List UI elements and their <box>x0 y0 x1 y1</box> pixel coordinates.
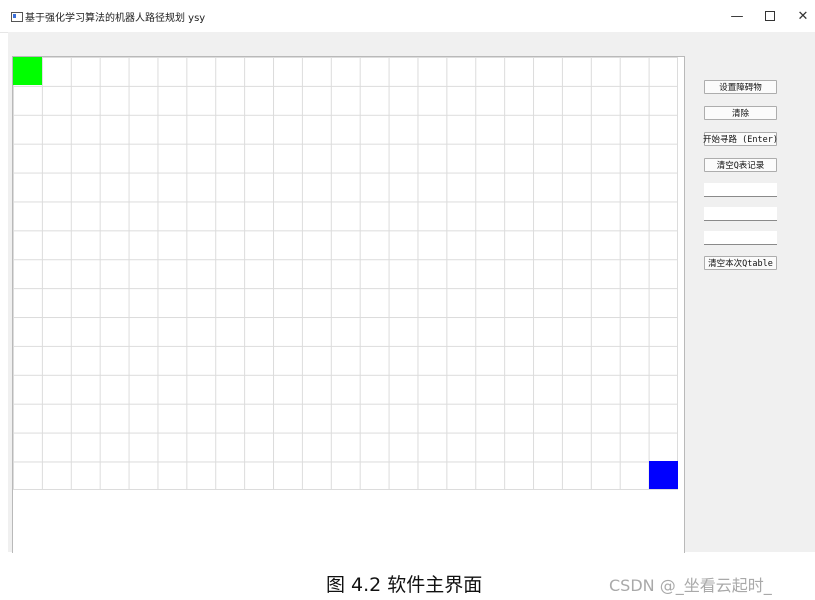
close-icon: ✕ <box>797 8 809 24</box>
main-window-client <box>8 32 815 553</box>
title-bar: 基于强化学习算法的机器人路径规划 ysy — ✕ <box>0 0 815 33</box>
param-input-3[interactable] <box>704 231 777 245</box>
goal-cell[interactable] <box>649 461 678 489</box>
param-input-2[interactable] <box>704 207 777 221</box>
path-grid[interactable] <box>13 57 678 490</box>
watermark: CSDN @_坐看云起时_ <box>609 576 772 595</box>
set-obstacles-button[interactable]: 设置障碍物 <box>704 80 777 94</box>
clear-q-table-button[interactable]: 清空Q表记录 <box>704 158 777 172</box>
clear-current-qtable-button[interactable]: 清空本次Qtable <box>704 256 777 270</box>
minimize-button[interactable]: — <box>720 0 754 32</box>
maximize-button[interactable] <box>753 0 787 32</box>
grid-canvas[interactable] <box>12 56 685 553</box>
figure-caption: 图 4.2 软件主界面 <box>326 574 483 596</box>
close-button[interactable]: ✕ <box>786 0 815 32</box>
window-title: 基于强化学习算法的机器人路径规划 ysy <box>25 13 206 24</box>
minimize-icon: — <box>730 8 744 24</box>
app-icon <box>11 12 23 22</box>
maximize-icon <box>765 11 775 21</box>
start-cell[interactable] <box>13 57 42 85</box>
clear-button[interactable]: 清除 <box>704 106 777 120</box>
start-pathfinding-button[interactable]: 开始寻路 (Enter) <box>703 132 778 146</box>
param-input-1[interactable] <box>704 183 777 197</box>
